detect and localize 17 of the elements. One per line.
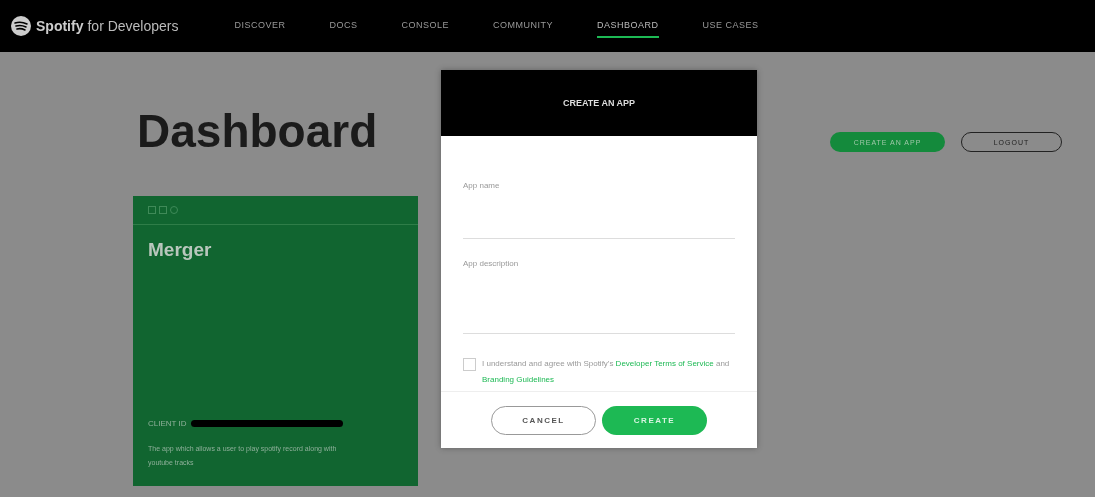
brand-name[interactable]: Spotify [36,18,84,34]
nav-link[interactable]: DASHBOARD [597,14,659,38]
nav-link[interactable]: USE CASES [702,14,759,38]
brand-suffix[interactable]: for Developers [87,18,179,34]
app-name: Merger [148,239,213,261]
nav-link[interactable]: DOCS [329,14,358,38]
app-icons-drawing [148,206,178,214]
agree-checkbox[interactable] [463,358,476,371]
app-description-field[interactable]: App description [463,259,735,334]
cancel-button[interactable]: CANCEL [491,405,596,435]
dialog-title: CREATE AN APP [562,98,636,108]
page-title: Dashboard [137,104,379,158]
nav-link[interactable]: COMMUNITY [493,14,554,38]
spotify-logo-icon [10,15,32,37]
nav-link[interactable]: DISCOVER [234,14,286,38]
nav-link[interactable]: CONSOLE [401,14,450,38]
client-id-label: CLIENT ID [148,419,187,428]
